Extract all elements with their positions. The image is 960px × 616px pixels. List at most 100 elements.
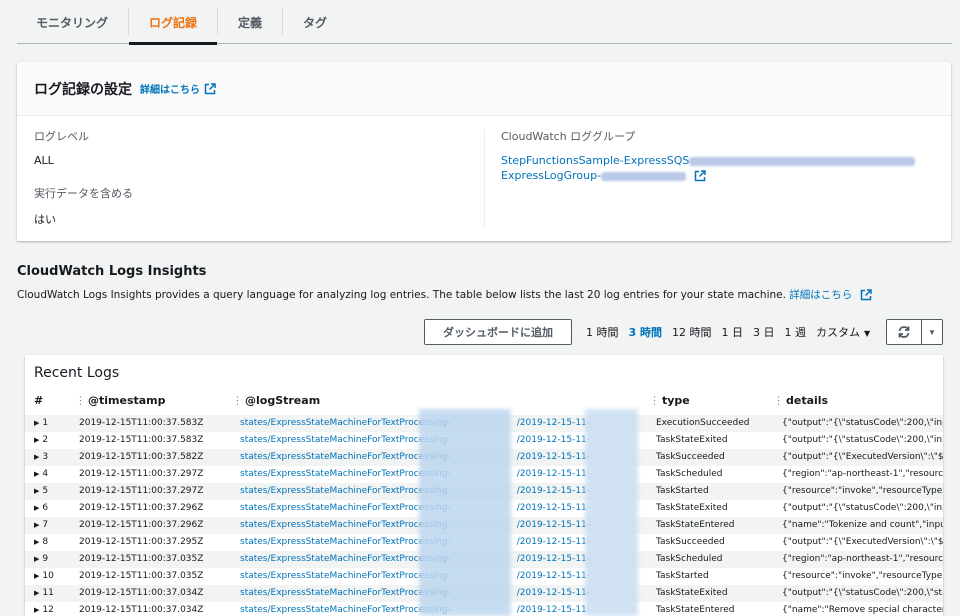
row-details: {"output":"{\"statusCode\":200,\"inpu	[782, 435, 943, 445]
row-type: TaskStarted	[656, 571, 709, 581]
include-exec-data-value: はい	[34, 213, 56, 226]
expand-triangle-icon: ▶	[34, 470, 40, 478]
row-number[interactable]: ▶ 4	[34, 469, 48, 479]
time-range-toolbar: ダッシュボードに追加 1 時間 3 時間 12 時間 1 日 3 日 1 週 カ…	[424, 319, 880, 345]
expand-triangle-icon: ▶	[34, 521, 40, 529]
row-number-value: 6	[42, 503, 49, 513]
tab-definition[interactable]: 定義	[218, 0, 282, 44]
expand-triangle-icon: ▶	[34, 504, 40, 512]
row-number-value: 9	[42, 554, 49, 564]
row-number[interactable]: ▶ 7	[34, 520, 48, 530]
external-link-icon	[204, 82, 216, 94]
external-link-icon	[860, 289, 872, 301]
row-type: TaskStateExited	[656, 588, 728, 598]
resize-grip-icon: ⋮	[75, 394, 86, 407]
column-header-label: @timestamp	[88, 394, 166, 407]
refresh-button[interactable]	[886, 319, 922, 345]
tab-logging[interactable]: ログ記録	[129, 0, 218, 45]
tab-monitoring[interactable]: モニタリング	[17, 0, 128, 44]
row-number[interactable]: ▶ 10	[34, 571, 54, 581]
row-details: {"region":"ap-northeast-1","resource	[782, 554, 943, 564]
row-details: {"name":"Remove special characters	[782, 605, 943, 615]
row-number[interactable]: ▶ 8	[34, 537, 48, 547]
range-1w[interactable]: 1 週	[784, 324, 806, 340]
range-custom[interactable]: カスタム ▼	[816, 324, 870, 340]
insights-learn-more-label: 詳細はこちら	[789, 289, 853, 301]
external-link-icon	[694, 170, 706, 182]
row-timestamp: 2019-12-15T11:00:37.295Z	[79, 537, 204, 547]
column-header-logstream[interactable]: ⋮ @logStream	[232, 394, 320, 407]
row-number[interactable]: ▶ 3	[34, 452, 48, 462]
row-type: TaskStarted	[656, 486, 709, 496]
row-logstream-suffix: /2019-12-15-11-	[516, 435, 591, 445]
redacted-text	[689, 156, 916, 166]
panel-body: ログレベル ALL 実行データを含める はい CloudWatch ロググループ…	[17, 116, 951, 241]
range-3h[interactable]: 3 時間	[629, 324, 662, 340]
log-group-link[interactable]: StepFunctionsSample-ExpressSQS	[501, 154, 916, 167]
range-1h[interactable]: 1 時間	[586, 324, 619, 340]
column-header-type[interactable]: ⋮ type	[649, 394, 690, 407]
row-logstream-suffix: /2019-12-15-11-	[516, 537, 591, 547]
row-details: {"resource":"invoke","resourceType"	[782, 571, 943, 581]
log-group-name-line2: ExpressLogGroup-	[501, 169, 602, 182]
row-number[interactable]: ▶ 1	[34, 418, 48, 428]
row-logstream-suffix: /2019-12-15-11-	[516, 605, 591, 615]
logs-title: Recent Logs	[34, 365, 120, 381]
row-number-value: 10	[42, 571, 54, 581]
row-logstream-suffix: /2019-12-15-11-	[516, 520, 591, 530]
row-logstream-suffix: /2019-12-15-11-	[516, 469, 591, 479]
insights-title: CloudWatch Logs Insights	[17, 264, 207, 279]
row-details: {"resource":"invoke","resourceType"	[782, 486, 943, 496]
refresh-options-dropdown[interactable]: ▼	[921, 319, 943, 345]
row-details: {"output":"{\"statusCode\":200,\"inpu	[782, 503, 943, 513]
row-details: {"region":"ap-northeast-1","resource	[782, 469, 943, 479]
row-number[interactable]: ▶ 12	[34, 605, 54, 615]
range-1d[interactable]: 1 日	[721, 324, 743, 340]
caret-down-icon: ▼	[863, 329, 871, 338]
insights-description: CloudWatch Logs Insights provides a quer…	[17, 287, 872, 302]
expand-triangle-icon: ▶	[34, 487, 40, 495]
row-timestamp: 2019-12-15T11:00:37.035Z	[79, 554, 204, 564]
row-timestamp: 2019-12-15T11:00:37.297Z	[79, 486, 204, 496]
column-header-details[interactable]: ⋮ details	[773, 394, 828, 407]
learn-more-label: 詳細はこちら	[140, 85, 200, 96]
row-number[interactable]: ▶ 5	[34, 486, 48, 496]
insights-learn-more-link[interactable]: 詳細はこちら	[789, 289, 872, 301]
column-header-number: #	[34, 394, 44, 407]
expand-triangle-icon: ▶	[34, 589, 40, 597]
row-timestamp: 2019-12-15T11:00:37.035Z	[79, 571, 204, 581]
row-type: TaskStateEntered	[656, 605, 735, 615]
log-level-label: ログレベル	[34, 130, 89, 143]
row-timestamp: 2019-12-15T11:00:37.034Z	[79, 605, 204, 615]
row-details: {"name":"Tokenize and count","input	[782, 520, 943, 530]
redacted-region	[585, 409, 638, 616]
column-header-timestamp[interactable]: ⋮ @timestamp	[75, 394, 166, 407]
row-logstream-suffix: /2019-12-15-11-	[516, 571, 591, 581]
redacted-region	[419, 409, 511, 616]
row-number-value: 8	[42, 537, 49, 547]
row-logstream-suffix: /2019-12-15-11-	[516, 554, 591, 564]
row-number[interactable]: ▶ 11	[34, 588, 54, 598]
tab-tags[interactable]: タグ	[283, 0, 347, 44]
caret-down-icon: ▼	[928, 327, 936, 337]
redacted-text	[601, 171, 687, 181]
range-12h[interactable]: 12 時間	[672, 324, 712, 340]
row-type: TaskStateEntered	[656, 520, 735, 530]
range-3d[interactable]: 3 日	[753, 324, 775, 340]
log-group-link-line2[interactable]: ExpressLogGroup-	[501, 169, 915, 182]
learn-more-link[interactable]: 詳細はこちら	[140, 81, 216, 96]
settings-right-column: CloudWatch ロググループ StepFunctionsSample-Ex…	[501, 128, 916, 182]
row-details: {"output":"{\"statusCode\":200,\"inpu	[782, 418, 943, 428]
row-number[interactable]: ▶ 6	[34, 503, 48, 513]
resize-grip-icon: ⋮	[773, 394, 784, 407]
row-number-value: 7	[42, 520, 49, 530]
row-number[interactable]: ▶ 2	[34, 435, 48, 445]
time-range-selector: 1 時間 3 時間 12 時間 1 日 3 日 1 週 カスタム ▼	[586, 324, 880, 340]
row-type: TaskSucceeded	[656, 537, 725, 547]
resize-grip-icon: ⋮	[232, 394, 243, 407]
row-number[interactable]: ▶ 9	[34, 554, 48, 564]
row-number-value: 1	[42, 418, 49, 428]
insights-description-text: CloudWatch Logs Insights provides a quer…	[17, 289, 786, 301]
row-timestamp: 2019-12-15T11:00:37.582Z	[79, 452, 204, 462]
add-to-dashboard-button[interactable]: ダッシュボードに追加	[424, 319, 572, 345]
